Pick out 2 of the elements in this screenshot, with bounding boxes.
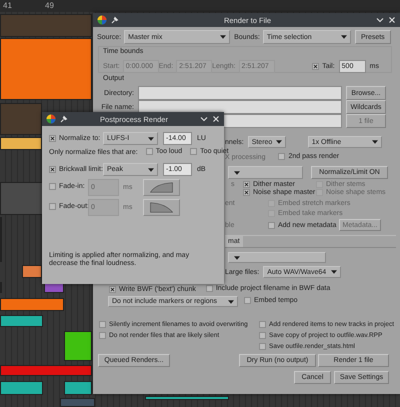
ruler-label: 49 <box>45 1 54 10</box>
ruler-label: 41 <box>3 1 12 10</box>
